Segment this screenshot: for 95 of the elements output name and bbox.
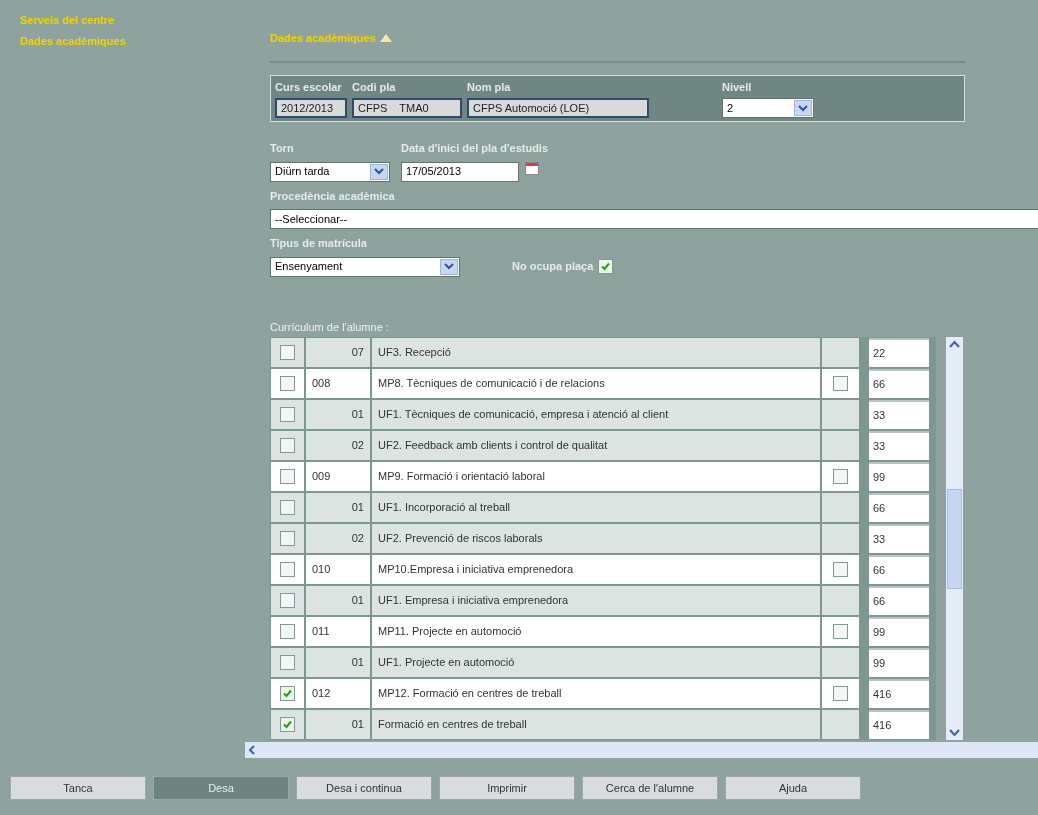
hours-field[interactable]: 66 [869, 586, 929, 615]
origin-select[interactable]: --Seleccionar-- [270, 209, 1038, 229]
row-checkbox[interactable] [280, 562, 295, 577]
code-cell: 01 [306, 400, 370, 429]
field-label: Nom pla [467, 79, 512, 95]
code-cell: 01 [306, 648, 370, 677]
horizontal-scrollbar[interactable] [245, 742, 1038, 758]
code-cell: 009 [306, 462, 370, 491]
readonly-field: CFPS TMA0 [352, 98, 462, 118]
hours-field[interactable]: 66 [869, 493, 929, 522]
hours-field[interactable]: 22 [869, 338, 929, 367]
field-label: Torn [270, 141, 295, 156]
field-label: Curs escolar [275, 79, 343, 95]
code-cell: 02 [306, 524, 370, 553]
enrolment-select[interactable]: Ensenyament [270, 256, 460, 277]
hours-field[interactable]: 33 [869, 524, 929, 553]
row-checkbox[interactable] [280, 686, 295, 701]
field-label: Nivell [722, 79, 753, 95]
code-cell: 010 [306, 555, 370, 584]
code-cell: 07 [306, 338, 370, 367]
action-button[interactable]: Cerca de l'alumne [582, 776, 718, 800]
exempt-checkbox[interactable] [833, 562, 848, 577]
table-cell [822, 586, 859, 615]
hours-field[interactable]: 99 [869, 462, 929, 491]
readonly-field: CFPS Automoció (LOE) [467, 98, 649, 118]
code-cell: 02 [306, 431, 370, 460]
name-cell: UF1. Empresa i iniciativa emprenedora [372, 586, 820, 615]
code-cell: 01 [306, 586, 370, 615]
code-cell: 012 [306, 679, 370, 708]
name-cell: MP8. Tècniques de comunicació i de relacions [372, 369, 820, 398]
name-cell: UF2. Prevenció de riscos laborals [372, 524, 820, 553]
row-checkbox[interactable] [280, 531, 295, 546]
level-select[interactable]: 2 [722, 98, 814, 118]
shift-select[interactable]: Diürn tarda [270, 161, 390, 182]
hours-field[interactable]: 66 [869, 555, 929, 584]
exempt-checkbox[interactable] [833, 376, 848, 391]
hours-field[interactable]: 99 [869, 648, 929, 677]
name-cell: MP9. Formació i orientació laboral [372, 462, 820, 491]
no-place-checkbox[interactable] [598, 259, 614, 274]
table-cell [822, 524, 859, 553]
name-cell: Formació en centres de treball [372, 710, 820, 739]
name-cell: UF1. Tècniques de comunicació, empresa i atenció al client [372, 400, 820, 429]
name-cell: MP11. Projecte en automoció [372, 617, 820, 646]
action-button[interactable]: Tanca [10, 776, 146, 800]
row-checkbox[interactable] [280, 624, 295, 639]
code-cell: 011 [306, 617, 370, 646]
hours-field[interactable]: 33 [869, 400, 929, 429]
table-cell [822, 338, 859, 367]
name-cell: UF1. Projecte en automoció [372, 648, 820, 677]
field-label: Data d'inici del pla d'estudis [401, 141, 549, 156]
row-checkbox[interactable] [280, 438, 295, 453]
section-label: Currículum de l'alumne : [270, 319, 390, 335]
hours-field[interactable]: 416 [869, 679, 929, 708]
up-triangle-icon [379, 34, 392, 43]
name-cell: MP10.Empresa i iniciativa emprenedora [372, 555, 820, 584]
name-cell: UF2. Feedback amb clients i control de qualitat [372, 431, 820, 460]
row-checkbox[interactable] [280, 407, 295, 422]
exempt-checkbox[interactable] [833, 469, 848, 484]
action-button[interactable]: Imprimir [439, 776, 575, 800]
exempt-checkbox[interactable] [833, 624, 848, 639]
row-checkbox[interactable] [280, 469, 295, 484]
checkbox-label: No ocupa plaça [512, 259, 594, 275]
field-label: Procedència acadèmica [270, 188, 396, 204]
action-button[interactable]: Desa [153, 776, 289, 800]
table-cell [822, 400, 859, 429]
readonly-field: 2012/2013 [275, 98, 347, 118]
action-button[interactable]: Desa i continua [296, 776, 432, 800]
hours-field[interactable]: 99 [869, 617, 929, 646]
row-checkbox[interactable] [280, 376, 295, 391]
table-cell [822, 431, 859, 460]
code-cell: 01 [306, 493, 370, 522]
table-cell [822, 648, 859, 677]
exempt-checkbox[interactable] [833, 686, 848, 701]
hours-field[interactable]: 416 [869, 710, 929, 739]
row-checkbox[interactable] [280, 345, 295, 360]
row-checkbox[interactable] [280, 655, 295, 670]
date-field[interactable]: 17/05/2013 [401, 161, 519, 182]
vertical-scrollbar[interactable] [946, 337, 963, 740]
code-cell: 008 [306, 369, 370, 398]
row-checkbox[interactable] [280, 500, 295, 515]
name-cell: UF3. Recepció [372, 338, 820, 367]
calendar-icon[interactable] [525, 161, 539, 175]
table-cell [822, 710, 859, 739]
row-checkbox[interactable] [280, 717, 295, 732]
hours-field[interactable]: 66 [869, 369, 929, 398]
table-cell [822, 493, 859, 522]
field-label: Tipus de matrícula [270, 236, 368, 251]
name-cell: MP12. Formació en centres de treball [372, 679, 820, 708]
name-cell: UF1. Incorporació al treball [372, 493, 820, 522]
code-cell: 01 [306, 710, 370, 739]
row-checkbox[interactable] [280, 593, 295, 608]
action-button[interactable]: Ajuda [725, 776, 861, 800]
hours-field[interactable]: 33 [869, 431, 929, 460]
scroll-thumb[interactable] [947, 488, 962, 589]
field-label: Codi pla [352, 79, 397, 95]
